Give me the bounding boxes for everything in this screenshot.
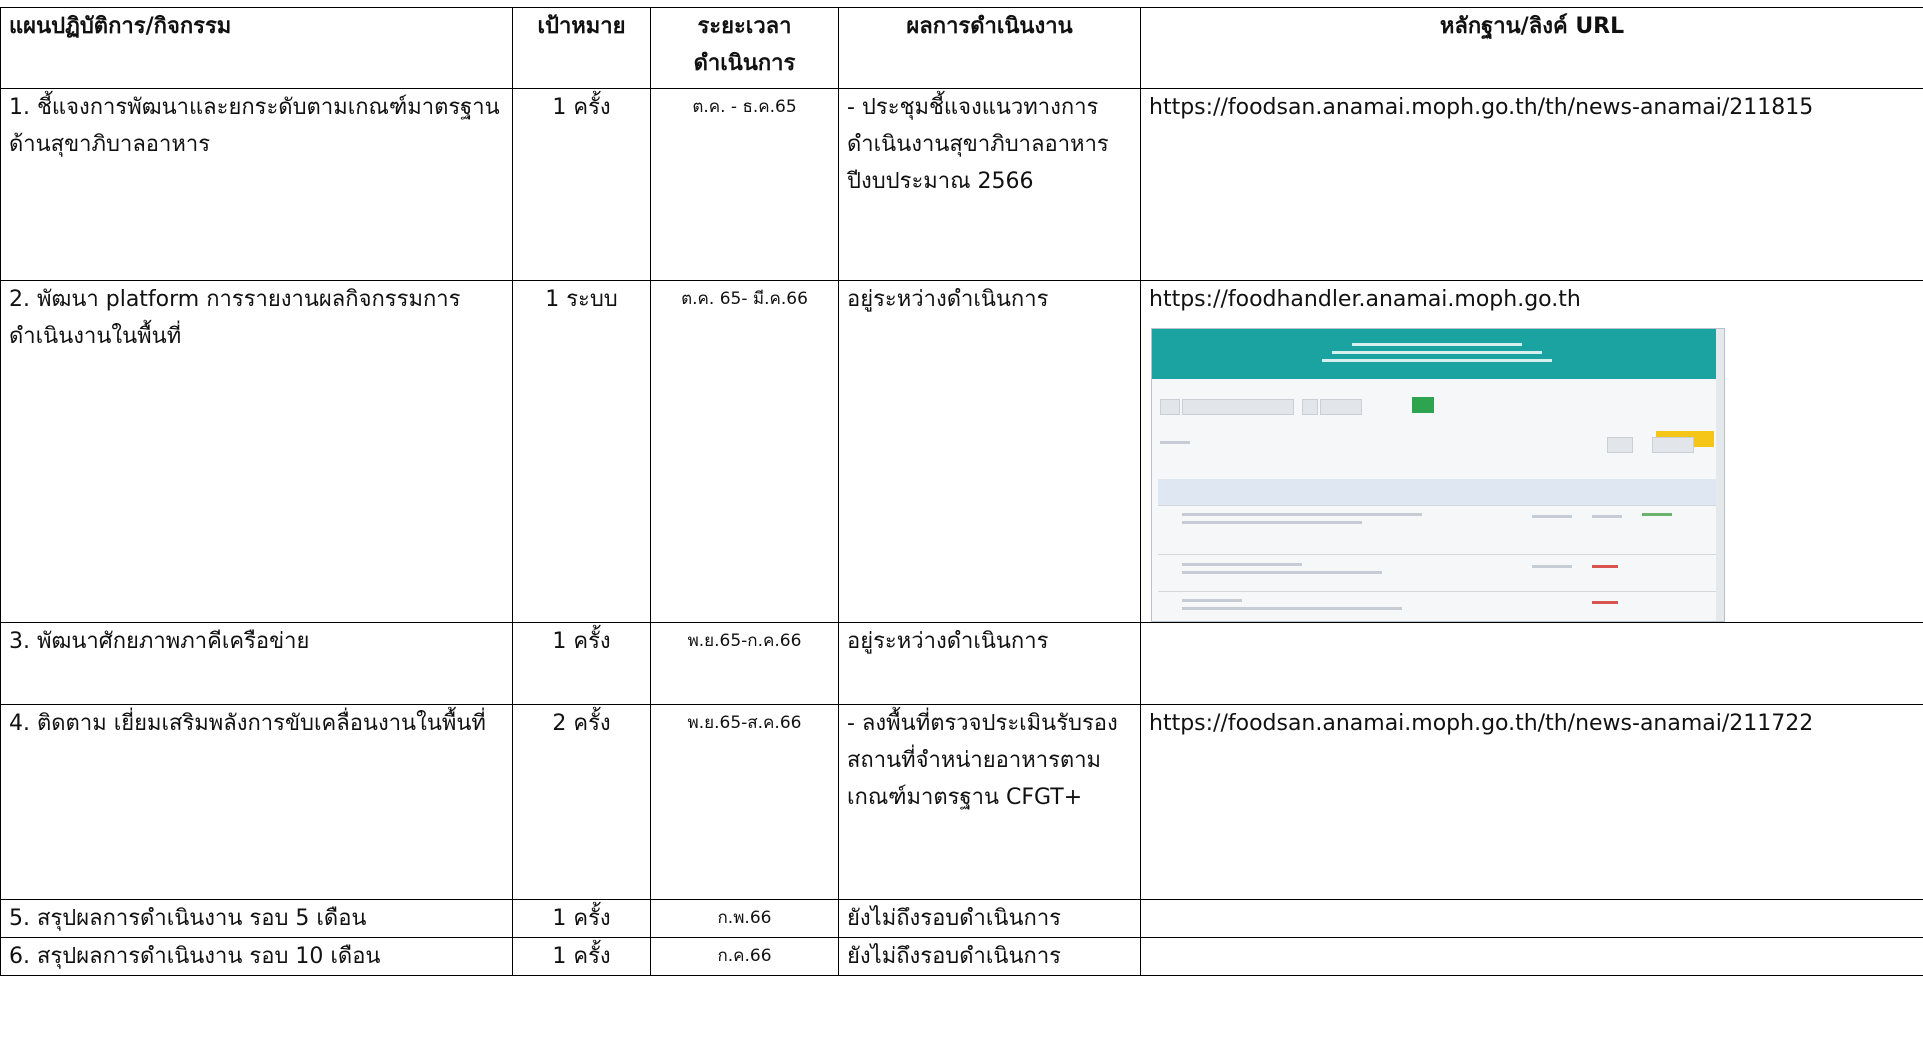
row-4-plan: 4. ติดตาม เยี่ยมเสริมพลังการขับเคลื่อนงา… [0, 704, 513, 900]
row-5-goal: 1 ครั้ง [512, 899, 651, 938]
row-1-goal: 1 ครั้ง [512, 88, 651, 281]
row-2-result: อยู่ระหว่างดำเนินการ [838, 280, 1141, 623]
table-row: 4. ติดตาม เยี่ยมเสริมพลังการขับเคลื่อนงา… [0, 704, 1923, 900]
row-5-plan: 5. สรุปผลการดำเนินงาน รอบ 5 เดือน [0, 899, 513, 938]
header-result: ผลการดำเนินงาน [838, 7, 1141, 89]
table-row: 2. พัฒนา platform การรายงานผลกิจกรรมการด… [0, 280, 1923, 623]
table-row: 3. พัฒนาศักยภาพภาคีเครือข่าย 1 ครั้ง พ.ย… [0, 622, 1923, 705]
clipped-heading-line [0, 0, 1923, 6]
row-2-evidence-cell: https://foodhandler.anamai.moph.go.th [1140, 280, 1923, 623]
row-6-result: ยังไม่ถึงรอบดำเนินการ [838, 937, 1141, 976]
row-1-plan: 1. ชี้แจงการพัฒนาและยกระดับตามเกณฑ์มาตรฐ… [0, 88, 513, 281]
header-duration: ระยะเวลาดำเนินการ [650, 7, 839, 89]
row-6-goal: 1 ครั้ง [512, 937, 651, 976]
header-goal: เป้าหมาย [512, 7, 651, 89]
table-row: 6. สรุปผลการดำเนินงาน รอบ 10 เดือน 1 ครั… [0, 937, 1923, 976]
row-6-plan: 6. สรุปผลการดำเนินงาน รอบ 10 เดือน [0, 937, 513, 976]
row-5-evidence [1140, 899, 1923, 938]
action-plan-table: แผนปฏิบัติการ/กิจกรรม เป้าหมาย ระยะเวลาด… [0, 7, 1923, 976]
row-4-evidence-link[interactable]: https://foodsan.anamai.moph.go.th/th/new… [1140, 704, 1923, 900]
row-5-result: ยังไม่ถึงรอบดำเนินการ [838, 899, 1141, 938]
row-3-result: อยู่ระหว่างดำเนินการ [838, 622, 1141, 705]
header-plan: แผนปฏิบัติการ/กิจกรรม [0, 7, 513, 89]
row-6-evidence [1140, 937, 1923, 976]
row-1-duration: ต.ค. - ธ.ค.65 [650, 88, 839, 281]
table-row: 1. ชี้แจงการพัฒนาและยกระดับตามเกณฑ์มาตรฐ… [0, 88, 1923, 281]
row-1-evidence-link[interactable]: https://foodsan.anamai.moph.go.th/th/new… [1140, 88, 1923, 281]
row-3-duration: พ.ย.65-ก.ค.66 [650, 622, 839, 705]
table-header-row: แผนปฏิบัติการ/กิจกรรม เป้าหมาย ระยะเวลาด… [0, 7, 1923, 89]
row-2-goal: 1 ระบบ [512, 280, 651, 623]
platform-screenshot-image [1151, 328, 1725, 622]
row-1-result: - ประชุมชี้แจงแนวทางการดำเนินงานสุขาภิบา… [838, 88, 1141, 281]
row-4-result: - ลงพื้นที่ตรวจประเมินรับรองสถานที่จำหน่… [838, 704, 1141, 900]
row-4-goal: 2 ครั้ง [512, 704, 651, 900]
row-4-duration: พ.ย.65-ส.ค.66 [650, 704, 839, 900]
row-2-duration: ต.ค. 65- มี.ค.66 [650, 280, 839, 623]
row-3-goal: 1 ครั้ง [512, 622, 651, 705]
row-5-duration: ก.พ.66 [650, 899, 839, 938]
row-3-evidence [1140, 622, 1923, 705]
table-row: 5. สรุปผลการดำเนินงาน รอบ 5 เดือน 1 ครั้… [0, 899, 1923, 938]
row-2-plan: 2. พัฒนา platform การรายงานผลกิจกรรมการด… [0, 280, 513, 623]
row-3-plan: 3. พัฒนาศักยภาพภาคีเครือข่าย [0, 622, 513, 705]
row-2-evidence-link[interactable]: https://foodhandler.anamai.moph.go.th [1149, 281, 1915, 318]
row-6-duration: ก.ค.66 [650, 937, 839, 976]
header-evidence: หลักฐาน/ลิงค์ URL [1140, 7, 1923, 89]
